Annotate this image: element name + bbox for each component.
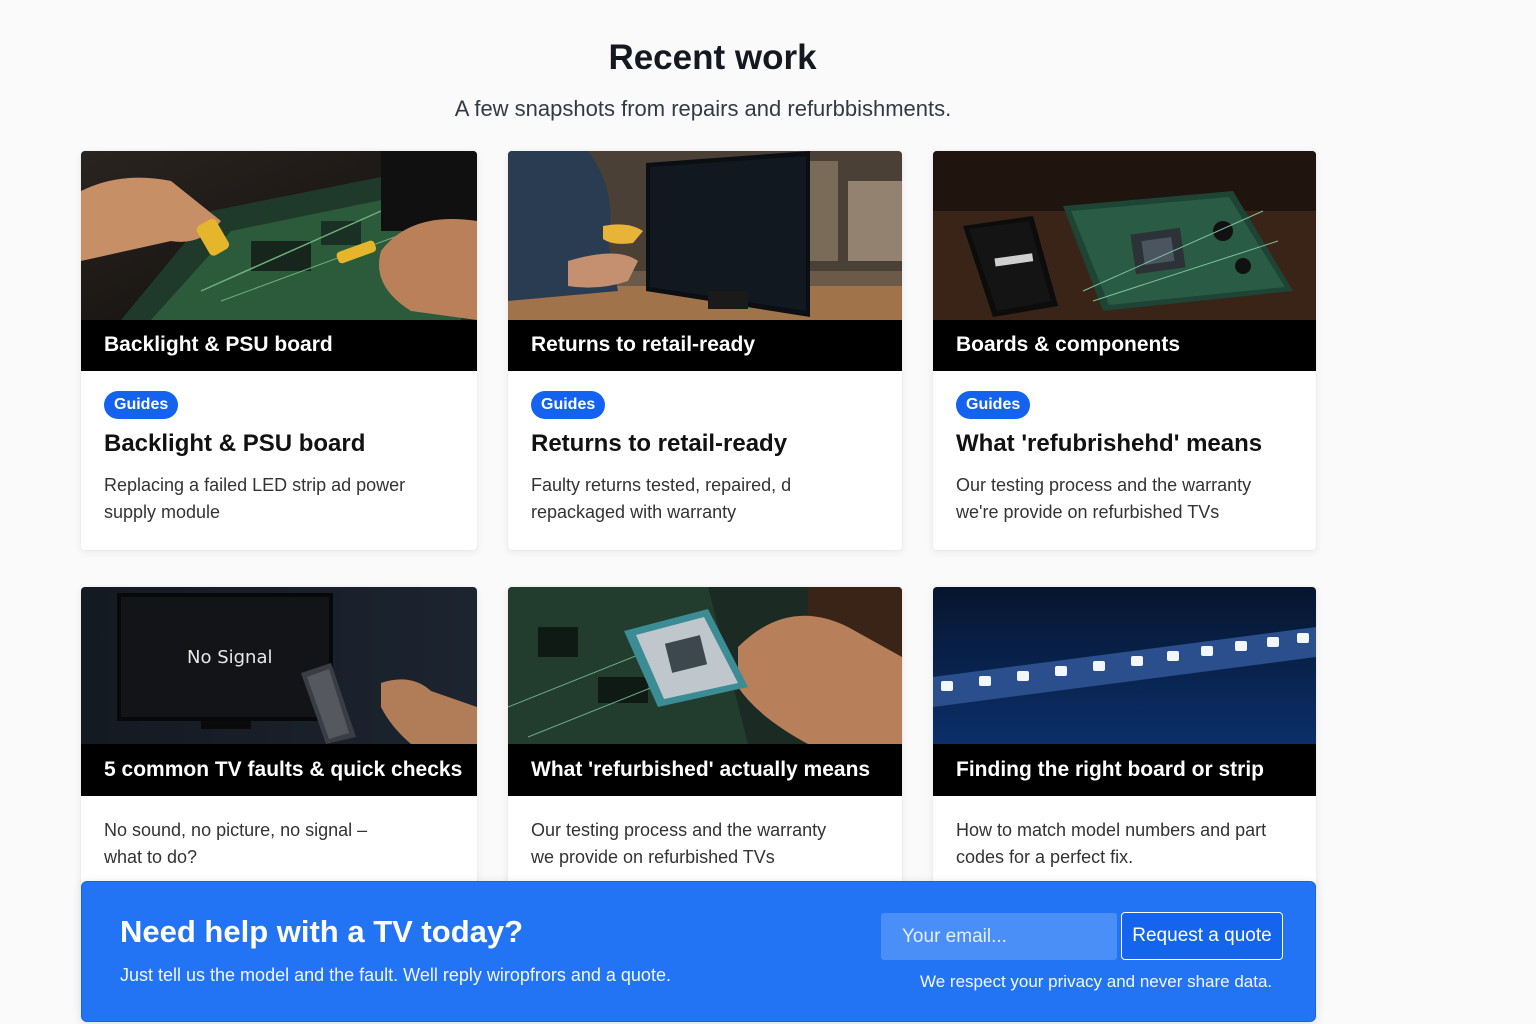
cta-subtitle: Just tell us the model and the fault. We… — [120, 965, 671, 985]
section-subtitle: A few snapshots from repairs and refurbb… — [454, 96, 952, 121]
card-caption: Boards & components — [933, 320, 1316, 371]
work-card-5[interactable]: What 'refurbished' actually means Our te… — [508, 587, 902, 887]
card-description: Our testing process and the warranty we'… — [956, 475, 1252, 522]
card-title[interactable]: What 'refubrishehd' means — [956, 430, 1296, 458]
card-description: How to match model numbers and part code… — [956, 820, 1267, 867]
work-card-2[interactable]: Returns to retail-ready Guides Returns t… — [508, 151, 902, 550]
card-caption: 5 common TV faults & quick checks — [81, 744, 477, 796]
card-title[interactable]: Backlight & PSU board — [104, 430, 457, 458]
card-description: Replacing a failed LED strip ad power su… — [104, 475, 406, 522]
tv-no-signal-photo-icon: No Signal — [81, 587, 477, 744]
led-strip-photo-icon — [933, 587, 1316, 744]
work-card-4[interactable]: No Signal 5 common TV faults & quick che… — [81, 587, 477, 887]
monitor-testing-photo-icon — [508, 151, 902, 320]
card-caption: Returns to retail-ready — [508, 320, 902, 371]
section-title: Recent work — [608, 38, 817, 77]
card-description: Faulty returns tested, repaired, d repac… — [531, 475, 792, 522]
card-description: Our testing process and the warranty we … — [531, 820, 827, 867]
cta-title: Need help with a TV today? — [120, 914, 524, 949]
guides-badge[interactable]: Guides — [104, 391, 179, 419]
work-card-6[interactable]: Finding the right board or strip How to … — [933, 587, 1316, 887]
privacy-note: We respect your privacy and never share … — [920, 972, 1273, 991]
guides-badge[interactable]: Guides — [531, 391, 606, 419]
no-signal-text: No Signal — [187, 647, 273, 668]
card-caption: Finding the right board or strip — [933, 744, 1316, 796]
work-card-1[interactable]: Backlight & PSU board Guides Backlight &… — [81, 151, 477, 550]
work-card-3[interactable]: Boards & components Guides What 'refubri… — [933, 151, 1316, 550]
circuit-boards-photo-icon — [933, 151, 1316, 320]
card-caption: Backlight & PSU board — [81, 320, 477, 371]
guides-badge[interactable]: Guides — [956, 391, 1031, 419]
email-input[interactable] — [881, 913, 1117, 960]
cta-banner: Need help with a TV today? Just tell us … — [81, 881, 1316, 1022]
request-quote-button[interactable]: Request a quote — [1121, 912, 1283, 960]
card-title[interactable]: Returns to retail-ready — [531, 430, 882, 458]
soldering-board-photo-icon — [81, 151, 477, 320]
card-description: No sound, no picture, no signal – what t… — [104, 820, 368, 867]
chip-in-hand-photo-icon — [508, 587, 902, 744]
card-caption: What 'refurbished' actually means — [508, 744, 902, 796]
